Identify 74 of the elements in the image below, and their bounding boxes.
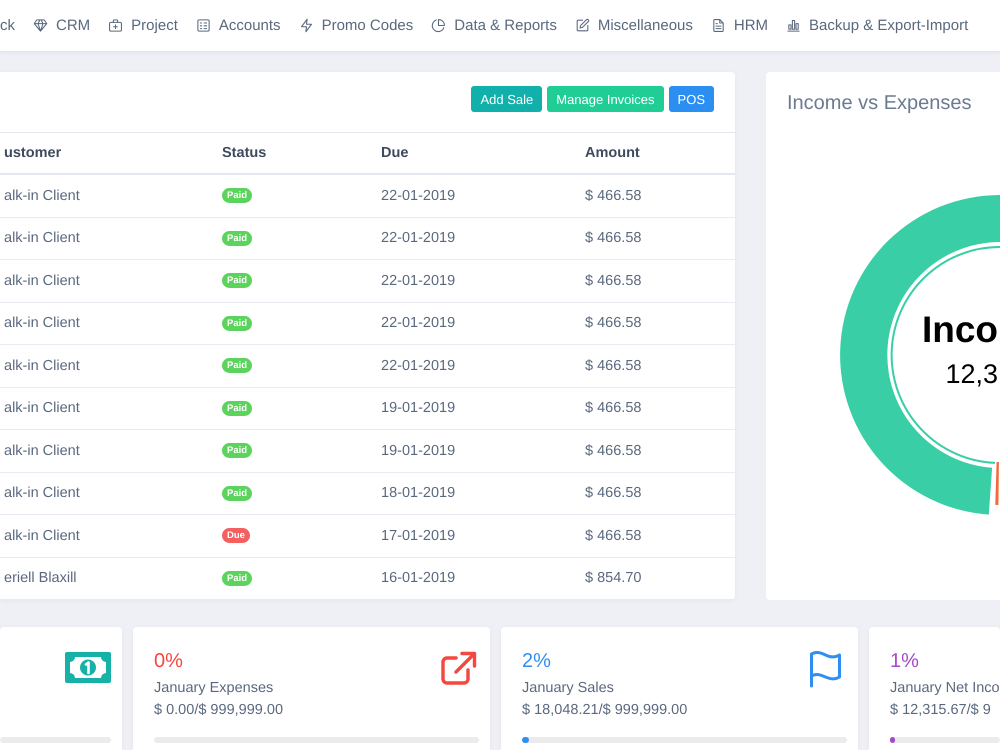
- stat-label: January Expenses: [154, 679, 274, 698]
- amount-value: $ 466.58: [585, 528, 642, 544]
- stat-value: $ 0.00/$ 999,999.00: [154, 701, 284, 720]
- stat-label: January Net Inco: [890, 679, 1000, 698]
- status-badge: Paid: [222, 570, 252, 586]
- column-header: Amount: [585, 145, 640, 161]
- amount-value: $ 466.58: [585, 442, 642, 459]
- pie-chart-icon: [431, 18, 446, 33]
- donut-center-value: 12,3: [945, 359, 998, 389]
- action-button[interactable]: POS: [668, 86, 714, 112]
- nav-link[interactable]: CRM: [33, 16, 90, 34]
- stat-percent: 1%: [890, 649, 919, 674]
- customer-name: alk-in Client: [4, 188, 80, 204]
- due-date: 22-01-2019: [381, 358, 456, 374]
- bar-chart-icon: [786, 18, 802, 33]
- nav-link[interactable]: ck: [0, 16, 15, 34]
- amount-value: $ 854.70: [585, 570, 642, 586]
- column-header: ustomer: [4, 145, 62, 161]
- customer-name: alk-in Client: [4, 230, 80, 246]
- status-badge: Paid: [222, 230, 252, 246]
- column-header: Status: [222, 145, 266, 161]
- donut-center-label: Inco: [922, 309, 998, 350]
- status-badge: Paid: [222, 486, 252, 501]
- amount-value: $ 466.58: [585, 485, 642, 502]
- amount-value: $ 466.58: [585, 272, 642, 289]
- customer-name: alk-in Client: [4, 400, 80, 416]
- list-icon: [196, 18, 211, 33]
- stat-percent: 2%: [522, 649, 551, 674]
- edit-icon: [574, 18, 590, 33]
- due-date: 19-01-2019: [381, 400, 456, 416]
- status-badge: Paid: [222, 358, 252, 374]
- status-badge: Due: [222, 528, 250, 544]
- stat-percent: 0%: [154, 649, 183, 674]
- due-date: 22-01-2019: [381, 315, 456, 332]
- status-badge: Paid: [222, 188, 252, 204]
- amount-value: $ 466.58: [585, 230, 642, 246]
- customer-name: alk-in Client: [4, 442, 80, 459]
- due-date: 22-01-2019: [381, 272, 456, 289]
- due-date: 22-01-2019: [381, 230, 456, 246]
- nav-link[interactable]: Miscellaneous: [574, 16, 693, 34]
- customer-name: alk-in Client: [4, 272, 80, 289]
- amount-value: $ 466.58: [585, 188, 642, 204]
- lightning-icon: [298, 18, 314, 33]
- customer-name: alk-in Client: [4, 528, 80, 544]
- status-badge: Paid: [222, 316, 252, 331]
- status-badge: Paid: [222, 273, 252, 288]
- nav-link[interactable]: Accounts: [196, 16, 281, 34]
- amount-value: $ 466.58: [585, 400, 642, 416]
- due-date: 18-01-2019: [381, 485, 456, 502]
- status-badge: Paid: [222, 443, 252, 458]
- due-date: 22-01-2019: [381, 188, 456, 204]
- briefcase-icon: [108, 18, 124, 33]
- stat-label: January Sales: [522, 679, 614, 698]
- due-date: 16-01-2019: [381, 570, 456, 586]
- due-date: 17-01-2019: [381, 528, 456, 544]
- customer-name: alk-in Client: [4, 358, 80, 374]
- stat-value: $ 18,048.21/$ 999,999.00: [522, 701, 688, 720]
- document-icon: [710, 18, 726, 33]
- nav-link[interactable]: Promo Codes: [298, 16, 414, 34]
- nav-link[interactable]: HRM: [710, 16, 768, 34]
- status-badge: Paid: [222, 400, 252, 416]
- nav-link[interactable]: Data & Reports: [431, 16, 557, 34]
- column-header: Due: [381, 145, 408, 161]
- diamond-icon: [33, 18, 48, 33]
- customer-name: alk-in Client: [4, 315, 80, 332]
- chart-title: Income vs Expenses: [787, 92, 972, 114]
- nav-link[interactable]: Project: [108, 16, 178, 34]
- customer-name: alk-in Client: [4, 485, 80, 502]
- stat-value: $ 12,315.67/$ 9: [890, 701, 991, 720]
- amount-value: $ 466.58: [585, 358, 642, 374]
- amount-value: $ 466.58: [585, 315, 642, 332]
- nav-link[interactable]: Backup & Export-Import: [786, 16, 968, 34]
- due-date: 19-01-2019: [381, 442, 456, 459]
- customer-name: eriell Blaxill: [4, 570, 77, 586]
